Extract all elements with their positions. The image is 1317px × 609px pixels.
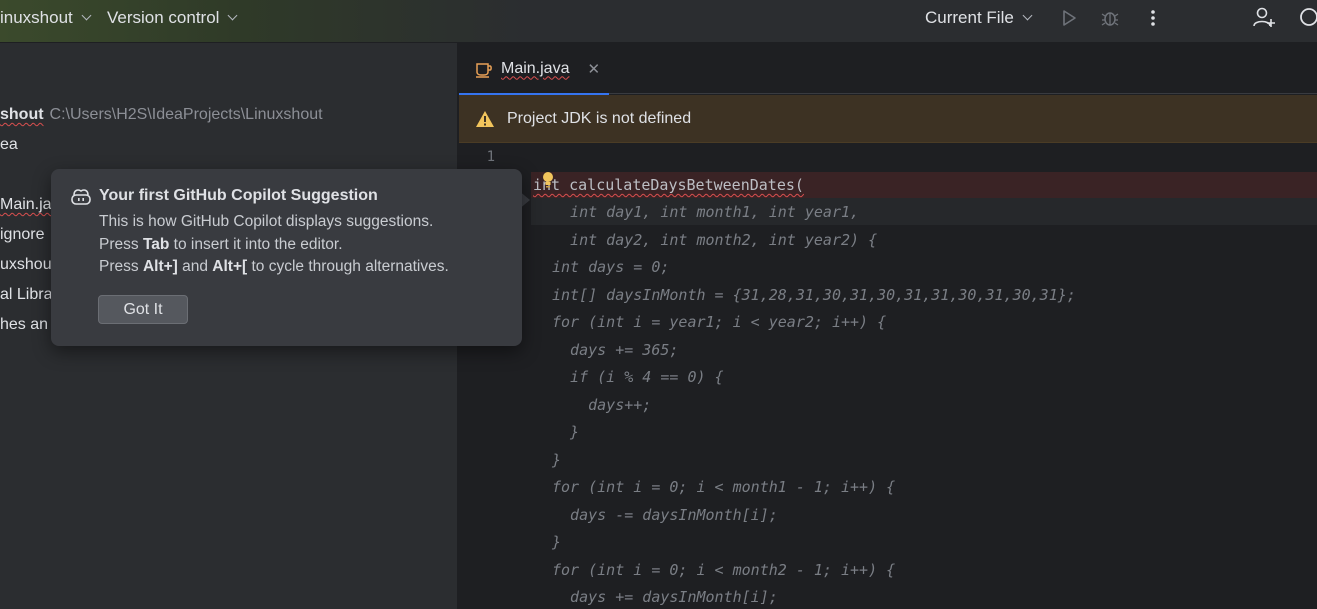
vcs-label: Version control <box>107 7 220 27</box>
project-name: inuxshout <box>0 7 73 27</box>
code-line: for (int i = 0; i < month2 - 1; i++) { <box>552 561 896 579</box>
popup-line-2: Press Tab to insert it into the editor. <box>99 236 343 254</box>
java-file-icon <box>476 62 492 78</box>
warning-icon <box>476 110 494 127</box>
tree-root-path: C:\Users\H2S\IdeaProjects\Linuxshout <box>49 106 323 123</box>
run-config-selector[interactable]: Current File <box>925 0 1033 35</box>
code-line: int days = 0; <box>552 258 670 276</box>
tab-main-java[interactable]: Main.java ✕ <box>459 43 609 95</box>
next-key: Alt+] <box>142 258 178 275</box>
popup-line-1: This is how GitHub Copilot displays sugg… <box>99 213 434 230</box>
tab-key: Tab <box>142 236 170 253</box>
code-line: int[] daysInMonth = {31,28,31,30,31,30,3… <box>552 286 1076 304</box>
editor-tabs: Main.java ✕ <box>459 43 1317 95</box>
code-line: int calculateDaysBetweenDates( <box>533 176 804 194</box>
code-line: days += daysInMonth[i]; <box>552 588 778 606</box>
run-config-label: Current File <box>925 7 1014 27</box>
lightbulb-icon[interactable] <box>541 171 555 189</box>
code-line: } <box>552 533 562 551</box>
prev-key: Alt+[ <box>212 258 248 275</box>
close-icon[interactable]: ✕ <box>587 60 600 78</box>
copilot-suggestion-popup: Your first GitHub Copilot Suggestion Thi… <box>51 169 522 346</box>
banner-text: Project JDK is not defined <box>507 109 692 127</box>
run-icon[interactable] <box>1059 8 1079 28</box>
title-bar: inuxshout Version control Current File <box>0 0 1317 43</box>
code-line: for (int i = 0; i < month1 - 1; i++) { <box>552 478 896 496</box>
popup-line-2-post: to insert it into the editor. <box>169 236 343 253</box>
tree-item[interactable]: ignore <box>0 226 44 248</box>
tree-item[interactable]: ea <box>0 136 18 158</box>
vcs-selector[interactable]: Version control <box>107 0 238 35</box>
code-line: } <box>552 423 580 441</box>
got-it-button[interactable]: Got It <box>98 295 188 324</box>
add-user-icon[interactable] <box>1252 5 1276 29</box>
tree-item[interactable]: al Libra <box>0 286 52 308</box>
popup-line-3-mid: and <box>177 258 213 275</box>
code-line: } <box>552 451 562 469</box>
popup-line-3-post: to cycle through alternatives. <box>247 258 449 275</box>
popup-line-3-pre: Press <box>99 258 143 275</box>
tab-label: Main.java <box>501 59 570 77</box>
debug-icon[interactable] <box>1100 8 1120 28</box>
tree-item[interactable]: uxshou <box>0 256 52 278</box>
more-options-icon[interactable] <box>1143 8 1163 28</box>
project-selector[interactable]: inuxshout <box>0 0 92 35</box>
code-line: days -= daysInMonth[i]; <box>552 506 778 524</box>
tree-root-name: shout <box>0 106 44 123</box>
chevron-down-icon <box>228 10 238 21</box>
popup-line-3: Press Alt+] and Alt+[ to cycle through a… <box>99 258 449 276</box>
code-line: for (int i = year1; i < year2; i++) { <box>552 313 887 331</box>
chevron-down-icon <box>1022 10 1033 21</box>
tree-item[interactable]: Main.ja <box>0 196 52 218</box>
line-number: 1 <box>486 149 495 165</box>
code-line: int day2, int month2, int year2) { <box>552 231 878 249</box>
chevron-down-icon <box>81 10 92 21</box>
tree-root[interactable]: shout C:\Users\H2S\IdeaProjects\Linuxshou… <box>0 106 323 128</box>
code-line: if (i % 4 == 0) { <box>552 368 724 386</box>
search-icon[interactable] <box>1298 6 1317 28</box>
popup-title: Your first GitHub Copilot Suggestion <box>99 187 378 204</box>
jdk-warning-banner: Project JDK is not defined <box>459 95 1317 143</box>
popup-line-2-pre: Press <box>99 236 143 253</box>
code-line: int day1, int month1, int year1, <box>552 203 860 221</box>
code-line: days++; <box>552 396 652 414</box>
code-line: days += 365; <box>552 341 679 359</box>
code-editor[interactable]: int calculateDaysBetweenDates( int day1,… <box>531 143 1317 609</box>
copilot-icon <box>71 189 91 205</box>
tree-item[interactable]: hes an <box>0 316 48 338</box>
